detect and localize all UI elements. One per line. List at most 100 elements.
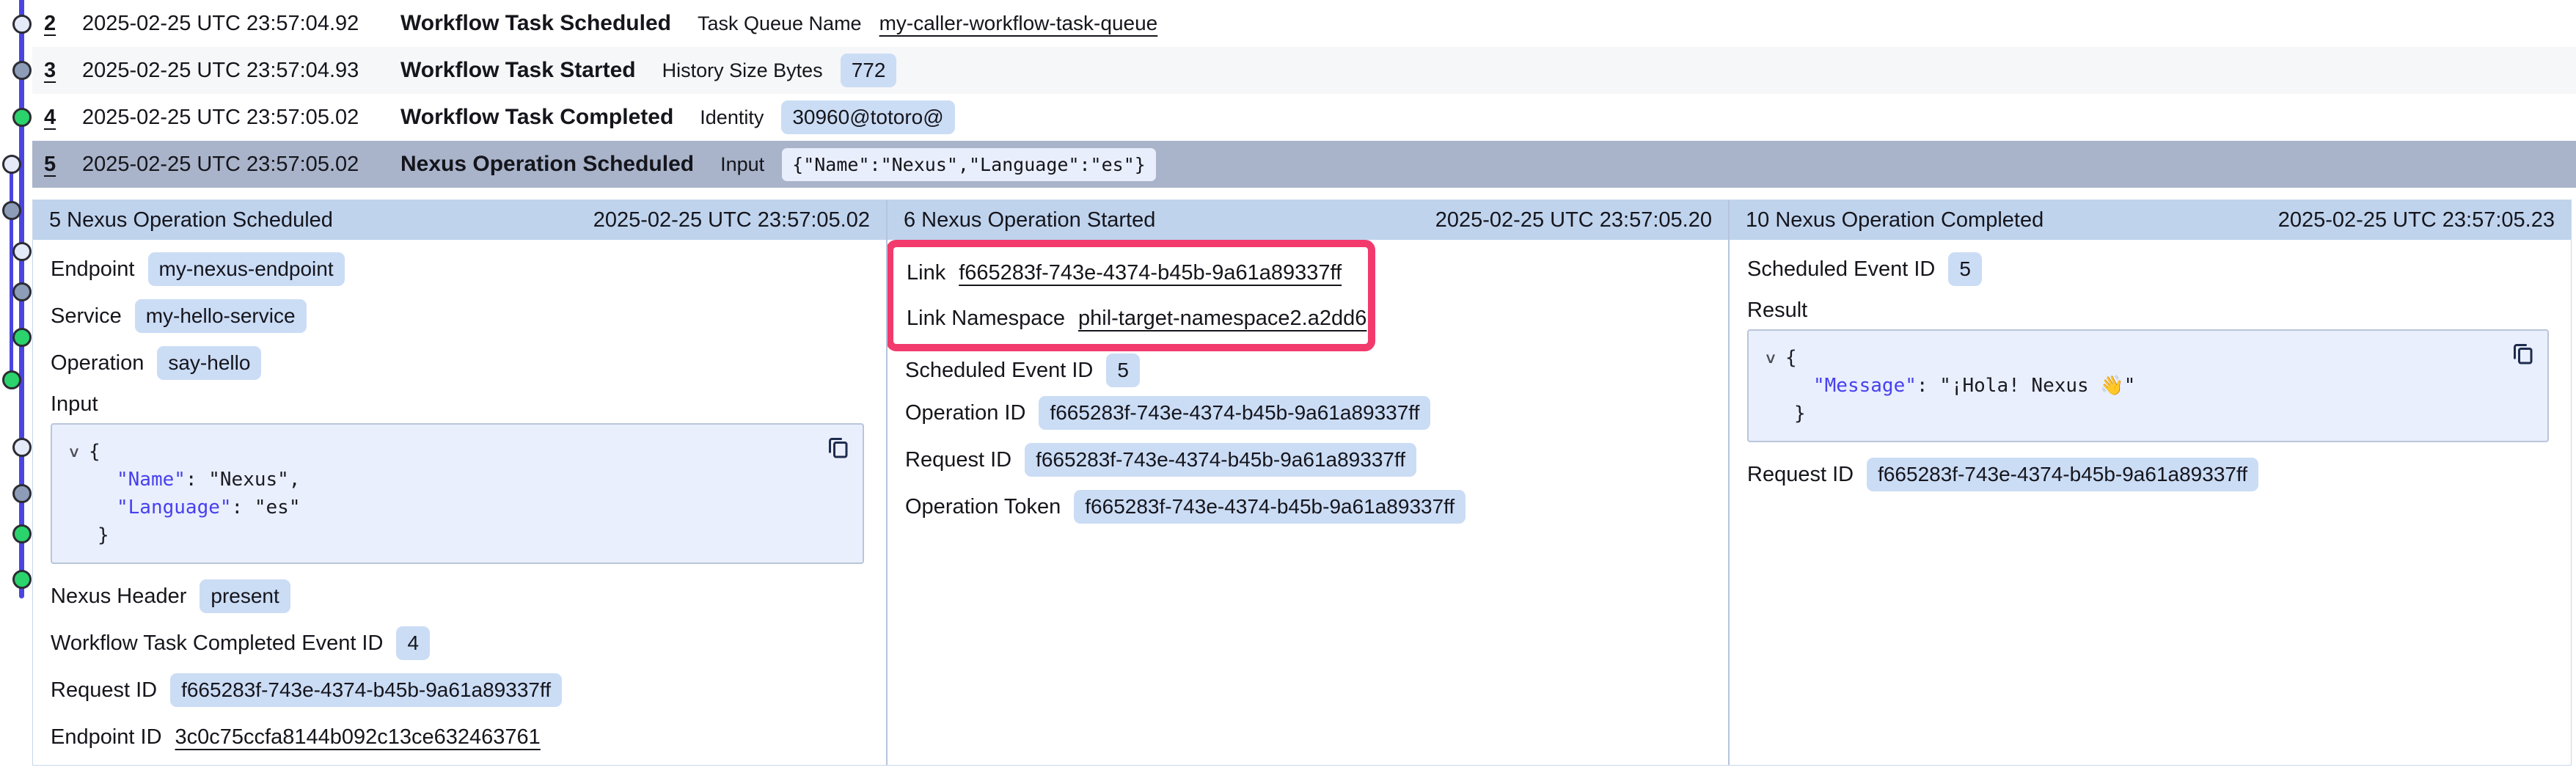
field-label: Nexus Header: [51, 585, 186, 609]
event-dot-scheduled[interactable]: [12, 15, 32, 34]
event-dot-completed[interactable]: [12, 524, 32, 543]
field-link: Link f665283f-743e-4374-b45b-9a61a89337f…: [907, 250, 1355, 296]
panel-header: 6 Nexus Operation Started 2025-02-25 UTC…: [888, 200, 1728, 240]
field-label: Scheduled Event ID: [905, 359, 1093, 383]
request-id-badge: f665283f-743e-4374-b45b-9a61a89337ff: [1025, 443, 1416, 477]
collapse-chevron-icon[interactable]: ∨: [1765, 344, 1777, 372]
event-dot-started[interactable]: [2, 201, 21, 220]
panel-body: Link f665283f-743e-4374-b45b-9a61a89337f…: [888, 240, 1728, 530]
json-line: "Language": "es": [70, 494, 845, 521]
event-id-link[interactable]: 5: [44, 153, 82, 177]
event-name: Nexus Operation Scheduled: [400, 152, 694, 177]
endpoint-badge: my-nexus-endpoint: [148, 252, 345, 286]
field-label: Request ID: [1747, 463, 1854, 487]
event-dot-started[interactable]: [12, 61, 32, 80]
field-label: Link Namespace: [907, 307, 1065, 331]
field-request-id: Request ID f665283f-743e-4374-b45b-9a61a…: [51, 667, 868, 714]
operation-id-badge: f665283f-743e-4374-b45b-9a61a89337ff: [1039, 396, 1430, 430]
field-label: Workflow Task Completed Event ID: [51, 631, 383, 656]
service-badge: my-hello-service: [135, 299, 307, 333]
field-request-id: Request ID f665283f-743e-4374-b45b-9a61a…: [905, 436, 1710, 483]
result-json-viewer: ∨ { "Message": "¡Hola! Nexus 👋" }: [1747, 329, 2549, 442]
panel-title: 5 Nexus Operation Scheduled: [49, 208, 333, 232]
event-id-link[interactable]: 4: [44, 106, 82, 130]
event-dot-started[interactable]: [12, 282, 32, 301]
event-attr-badge: 772: [841, 54, 897, 87]
link-namespace-link[interactable]: phil-target-namespace2.a2dd6: [1078, 307, 1366, 331]
event-dot-completed[interactable]: [2, 370, 21, 389]
input-label: Input: [51, 386, 868, 422]
event-dot-scheduled[interactable]: [2, 155, 21, 174]
task-queue-link[interactable]: my-caller-workflow-task-queue: [879, 12, 1158, 35]
panel-timestamp: 2025-02-25 UTC 23:57:05.02: [593, 208, 870, 232]
operation-token-badge: f665283f-743e-4374-b45b-9a61a89337ff: [1074, 490, 1466, 524]
scheduled-event-id-badge: 5: [1106, 353, 1140, 387]
field-operation: Operation say-hello: [51, 340, 868, 386]
panel-title: 10 Nexus Operation Completed: [1746, 208, 2043, 232]
event-row-5-selected[interactable]: 5 2025-02-25 UTC 23:57:05.02 Nexus Opera…: [32, 141, 2576, 188]
timeline-branch-line: [10, 164, 13, 381]
operation-badge: say-hello: [157, 346, 261, 380]
event-attr-label: Identity: [700, 106, 764, 129]
event-id-link[interactable]: 2: [44, 12, 82, 36]
panel-timestamp: 2025-02-25 UTC 23:57:05.23: [2278, 208, 2555, 232]
event-timestamp: 2025-02-25 UTC 23:57:04.92: [82, 12, 368, 36]
field-label: Endpoint: [51, 257, 135, 282]
field-label: Scheduled Event ID: [1747, 257, 1935, 282]
panel-nexus-operation-completed: 10 Nexus Operation Completed 2025-02-25 …: [1728, 200, 2571, 765]
copy-icon[interactable]: [824, 435, 851, 461]
field-operation-id: Operation ID f665283f-743e-4374-b45b-9a6…: [905, 389, 1710, 436]
event-id-badge: 4: [396, 626, 430, 660]
event-dot-scheduled[interactable]: [12, 438, 32, 457]
event-attr-label: Input: [720, 153, 764, 176]
event-dot-scheduled[interactable]: [12, 242, 32, 261]
input-json-viewer: ∨ { "Name": "Nexus", "Language": "es" }: [51, 423, 864, 564]
event-timestamp: 2025-02-25 UTC 23:57:05.02: [82, 106, 368, 130]
event-timestamp: 2025-02-25 UTC 23:57:04.93: [82, 59, 368, 83]
json-open-brace: {: [1785, 344, 1797, 372]
event-dot-completed[interactable]: [12, 328, 32, 347]
event-dot-completed[interactable]: [12, 570, 32, 589]
field-operation-token: Operation Token f665283f-743e-4374-b45b-…: [905, 483, 1710, 530]
field-label: Endpoint ID: [51, 725, 162, 750]
field-workflow-task-completed-event-id: Workflow Task Completed Event ID 4: [51, 620, 868, 667]
event-row-2[interactable]: 2 2025-02-25 UTC 23:57:04.92 Workflow Ta…: [32, 0, 2576, 47]
request-id-badge: f665283f-743e-4374-b45b-9a61a89337ff: [1867, 458, 2258, 491]
copy-icon[interactable]: [2509, 341, 2536, 367]
nexus-header-badge: present: [200, 579, 290, 613]
field-endpoint-id: Endpoint ID 3c0c75ccfa8144b092c13ce63246…: [51, 714, 868, 761]
json-close-brace: }: [1766, 400, 2530, 428]
event-id-link[interactable]: 3: [44, 59, 82, 83]
event-history-list: 2 2025-02-25 UTC 23:57:04.92 Workflow Ta…: [32, 0, 2576, 188]
field-label: Operation Token: [905, 495, 1061, 519]
event-detail-panels: 5 Nexus Operation Scheduled 2025-02-25 U…: [32, 199, 2572, 766]
event-name: Workflow Task Started: [400, 58, 636, 83]
field-nexus-header: Nexus Header present: [51, 573, 868, 620]
json-open-brace: {: [89, 438, 100, 466]
highlight-annotation-box: Link f665283f-743e-4374-b45b-9a61a89337f…: [886, 240, 1375, 351]
event-row-4[interactable]: 4 2025-02-25 UTC 23:57:05.02 Workflow Ta…: [32, 94, 2576, 141]
field-endpoint: Endpoint my-nexus-endpoint: [51, 246, 868, 293]
endpoint-id-link[interactable]: 3c0c75ccfa8144b092c13ce632463761: [175, 725, 541, 750]
event-attr-badge: 30960@totoro@: [781, 100, 954, 134]
event-dot-completed[interactable]: [12, 108, 32, 127]
event-name: Workflow Task Scheduled: [400, 11, 671, 36]
field-service: Service my-hello-service: [51, 293, 868, 340]
field-request-id: Request ID f665283f-743e-4374-b45b-9a61a…: [1747, 451, 2553, 498]
event-dot-started[interactable]: [12, 484, 32, 503]
field-label: Request ID: [905, 448, 1011, 472]
json-line: "Message": "¡Hola! Nexus 👋": [1766, 372, 2530, 400]
result-label: Result: [1747, 293, 2553, 328]
field-label: Link: [907, 261, 945, 285]
panel-nexus-operation-scheduled: 5 Nexus Operation Scheduled 2025-02-25 U…: [33, 200, 886, 765]
field-label: Operation ID: [905, 401, 1025, 425]
event-row-3[interactable]: 3 2025-02-25 UTC 23:57:04.93 Workflow Ta…: [32, 47, 2576, 94]
timeline-rail: [0, 0, 32, 773]
json-line: "Name": "Nexus",: [70, 466, 845, 494]
link-workflow-link[interactable]: f665283f-743e-4374-b45b-9a61a89337ff: [959, 261, 1342, 285]
field-label: Request ID: [51, 678, 157, 703]
collapse-chevron-icon[interactable]: ∨: [68, 438, 80, 466]
panel-header: 5 Nexus Operation Scheduled 2025-02-25 U…: [33, 200, 886, 240]
event-input-badge: {"Name":"Nexus","Language":"es"}: [782, 148, 1156, 181]
json-close-brace: }: [70, 521, 845, 549]
